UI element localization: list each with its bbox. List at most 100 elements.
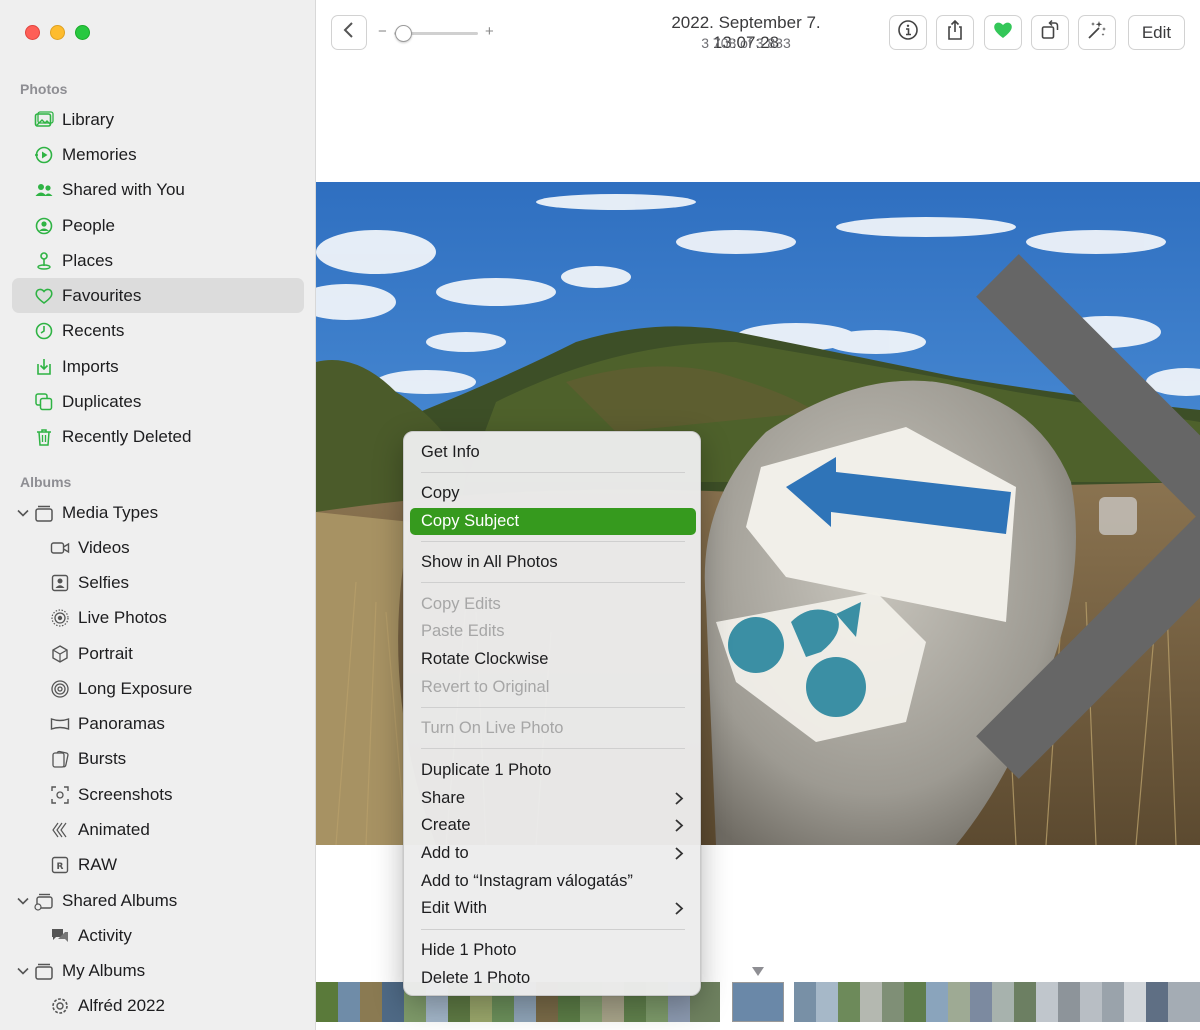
sidebar-item-videos[interactable]: Videos xyxy=(12,530,304,565)
menu-item-add-to-album[interactable]: Add to “Instagram válogatás” xyxy=(410,868,696,895)
sidebar-item-media-types[interactable]: Media Types xyxy=(12,495,304,530)
menu-item-create[interactable]: Create xyxy=(410,812,696,839)
sidebar-item-memories[interactable]: Memories xyxy=(12,137,304,172)
sidebar-item-portrait[interactable]: Portrait xyxy=(12,636,304,671)
info-button[interactable] xyxy=(889,15,927,50)
sidebar-item-bursts[interactable]: Bursts xyxy=(12,741,304,776)
sidebar-item-label: Videos xyxy=(78,537,130,557)
menu-item-hide[interactable]: Hide 1 Photo xyxy=(410,937,696,964)
menu-item-label: Edit With xyxy=(421,899,488,917)
filmstrip-thumb[interactable] xyxy=(338,982,360,1022)
filmstrip-thumb[interactable] xyxy=(948,982,970,1022)
photos-section-header: Photos xyxy=(20,81,68,97)
menu-item-rotate-clockwise[interactable]: Rotate Clockwise xyxy=(410,646,696,673)
close-window-button[interactable] xyxy=(25,25,40,40)
sidebar-item-label: Activity xyxy=(78,925,132,945)
sidebar-item-recents[interactable]: Recents xyxy=(12,313,304,348)
sidebar-item-people[interactable]: People xyxy=(12,208,304,243)
zoom-slider[interactable]: − + xyxy=(378,22,498,44)
filmstrip-thumb[interactable] xyxy=(860,982,882,1022)
rotate-icon xyxy=(1039,19,1061,46)
filmstrip-thumb[interactable] xyxy=(816,982,838,1022)
menu-item-add-to[interactable]: Add to xyxy=(410,840,696,867)
sidebar-item-panoramas[interactable]: Panoramas xyxy=(12,706,304,741)
filmstrip-thumb[interactable] xyxy=(1058,982,1080,1022)
menu-separator xyxy=(421,748,685,749)
menu-item-label: Add to xyxy=(421,844,469,862)
menu-item-duplicate[interactable]: Duplicate 1 Photo xyxy=(410,757,696,784)
filmstrip-thumb[interactable] xyxy=(1124,982,1146,1022)
menu-item-edit-with[interactable]: Edit With xyxy=(410,895,696,922)
panorama-icon xyxy=(49,714,71,734)
filmstrip-thumb[interactable] xyxy=(1080,982,1102,1022)
filmstrip-thumb[interactable] xyxy=(992,982,1014,1022)
sidebar-item-label: Bursts xyxy=(78,748,127,768)
menu-item-copy[interactable]: Copy xyxy=(410,480,696,507)
filmstrip-thumb[interactable] xyxy=(970,982,992,1022)
sidebar-item-long-exposure[interactable]: Long Exposure xyxy=(12,671,304,706)
filmstrip-thumb[interactable] xyxy=(1146,982,1168,1022)
chevron-down-icon[interactable] xyxy=(17,509,29,517)
filmstrip-thumb[interactable] xyxy=(904,982,926,1022)
sidebar-item-recently-deleted[interactable]: Recently Deleted xyxy=(12,419,304,454)
sidebar-item-activity[interactable]: Activity xyxy=(12,918,304,953)
menu-item-share[interactable]: Share xyxy=(410,785,696,812)
sidebar-item-selfies[interactable]: Selfies xyxy=(12,565,304,600)
sidebar-item-places[interactable]: Places xyxy=(12,243,304,278)
back-button[interactable] xyxy=(331,15,367,50)
sidebar-item-shared-with-you[interactable]: Shared with You xyxy=(12,172,304,207)
filmstrip-thumb[interactable] xyxy=(360,982,382,1022)
activity-icon xyxy=(49,926,71,946)
sidebar-item-raw[interactable]: R RAW xyxy=(12,847,304,882)
menu-item-get-info[interactable]: Get Info xyxy=(410,439,696,466)
sidebar-item-label: Memories xyxy=(62,144,137,164)
chevron-down-icon[interactable] xyxy=(17,967,29,975)
sidebar-item-my-albums[interactable]: My Albums xyxy=(12,953,304,988)
minimize-window-button[interactable] xyxy=(50,25,65,40)
filmstrip-thumb[interactable] xyxy=(1014,982,1036,1022)
filmstrip-thumb[interactable] xyxy=(1102,982,1124,1022)
rotate-button[interactable] xyxy=(1031,15,1069,50)
stack-icon xyxy=(33,961,55,981)
sidebar-item-alfred-2022[interactable]: Alfréd 2022 xyxy=(12,988,304,1023)
sidebar-item-label: Recents xyxy=(62,320,125,340)
sidebar-item-animated[interactable]: Animated xyxy=(12,812,304,847)
menu-separator xyxy=(421,707,685,708)
people-icon xyxy=(33,216,55,236)
sidebar-item-duplicates[interactable]: Duplicates xyxy=(12,384,304,419)
zoom-minus-label: − xyxy=(378,23,387,40)
filmstrip-thumb-current[interactable] xyxy=(732,982,784,1022)
sidebar-item-library[interactable]: Library xyxy=(12,102,304,137)
menu-separator xyxy=(421,541,685,542)
share-button[interactable] xyxy=(936,15,974,50)
zoom-window-button[interactable] xyxy=(75,25,90,40)
menu-item-show-in-all-photos[interactable]: Show in All Photos xyxy=(410,549,696,576)
sidebar-item-imports[interactable]: Imports xyxy=(12,349,304,384)
chevron-down-icon[interactable] xyxy=(17,897,29,905)
filmstrip-thumb[interactable] xyxy=(794,982,816,1022)
filmstrip-thumb[interactable] xyxy=(1168,982,1200,1022)
menu-item-delete[interactable]: Delete 1 Photo xyxy=(410,965,696,992)
photo-count-subtitle: 3 708 of 3 833 xyxy=(701,35,791,51)
favourite-button[interactable] xyxy=(984,15,1022,50)
auto-enhance-button[interactable] xyxy=(1078,15,1116,50)
filmstrip-thumb[interactable] xyxy=(882,982,904,1022)
filmstrip-thumb[interactable] xyxy=(382,982,404,1022)
filmstrip-thumb[interactable] xyxy=(316,982,338,1022)
sidebar-item-favourites[interactable]: Favourites xyxy=(12,278,304,313)
filmstrip-thumb[interactable] xyxy=(926,982,948,1022)
sidebar-item-live-photos[interactable]: Live Photos xyxy=(12,600,304,635)
filmstrip-thumb[interactable] xyxy=(1036,982,1058,1022)
sidebar-item-shared-albums[interactable]: Shared Albums xyxy=(12,883,304,918)
sidebar-item-screenshots[interactable]: Screenshots xyxy=(12,777,304,812)
menu-separator xyxy=(421,582,685,583)
menu-item-copy-subject[interactable]: Copy Subject xyxy=(410,508,696,535)
import-icon xyxy=(33,357,55,377)
filmstrip-thumb[interactable] xyxy=(838,982,860,1022)
menu-item-revert-to-original: Revert to Original xyxy=(421,678,550,696)
zoom-slider-knob[interactable] xyxy=(395,25,412,42)
edit-button[interactable]: Edit xyxy=(1128,15,1185,50)
screenshot-icon xyxy=(49,785,71,805)
filmstrip-current-marker xyxy=(752,967,764,976)
next-photo-button[interactable] xyxy=(976,253,1200,779)
